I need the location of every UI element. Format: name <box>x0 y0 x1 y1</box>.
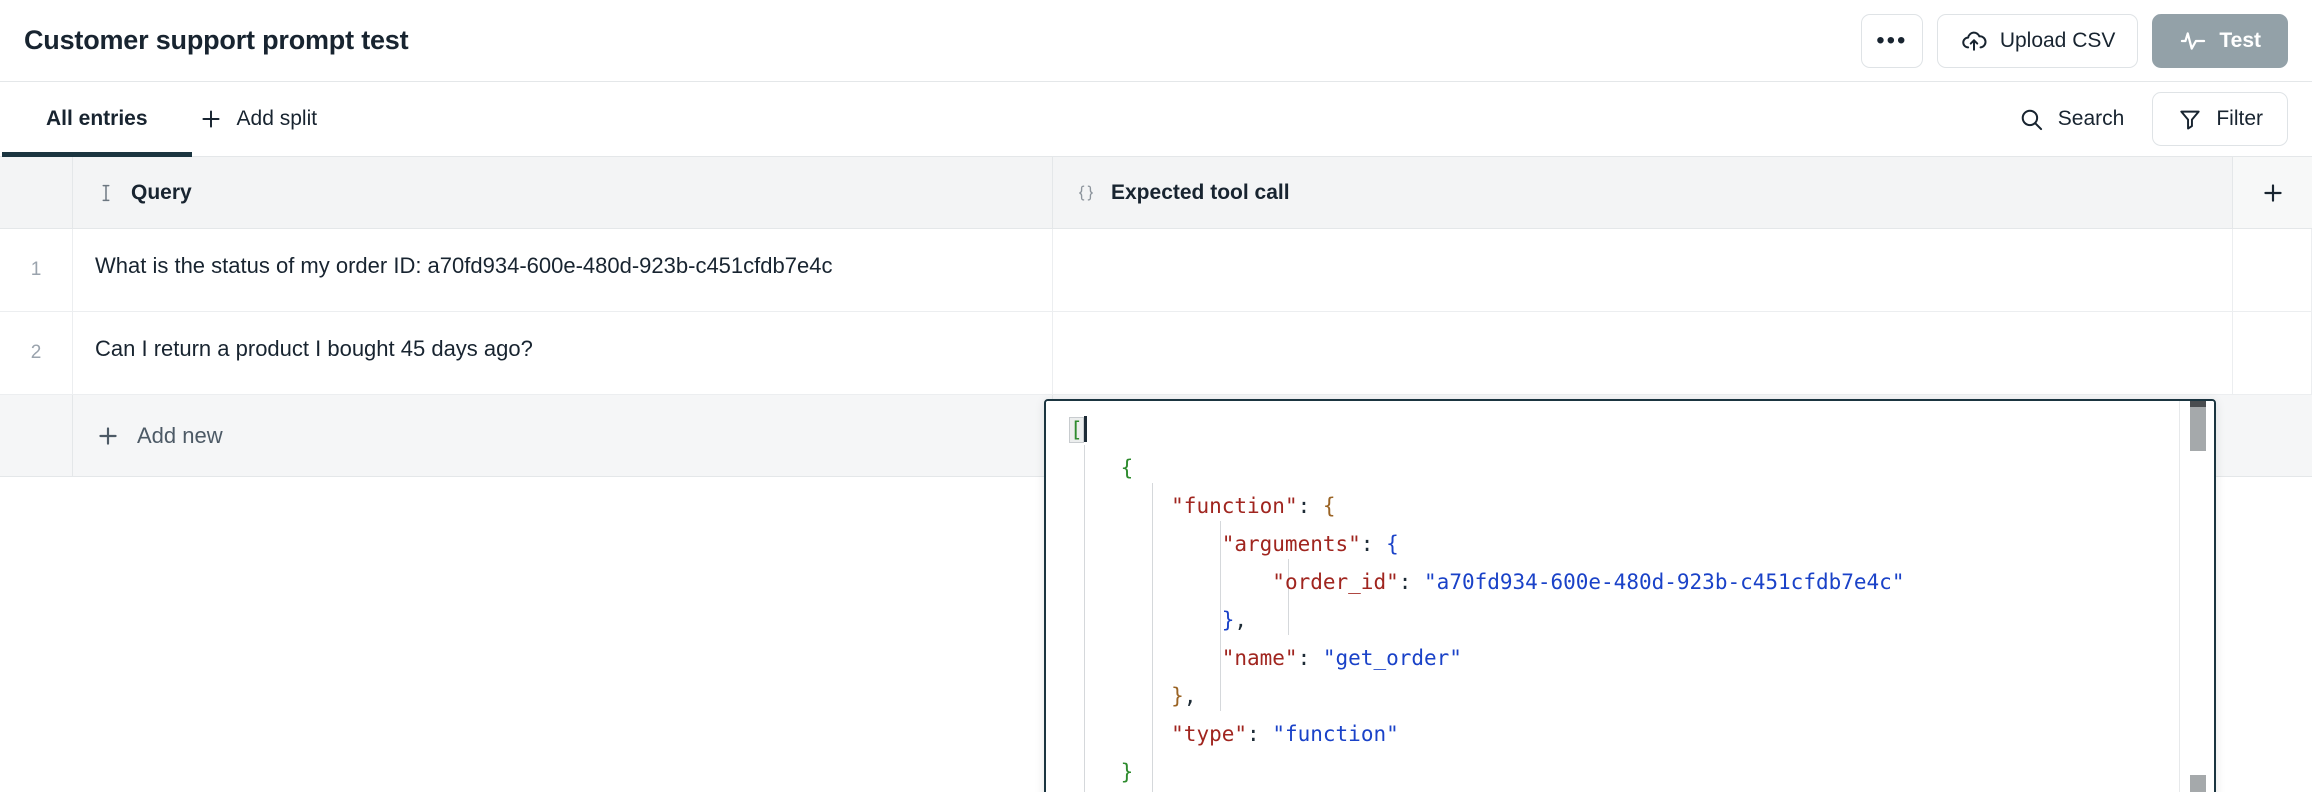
cell-expected-tool-call[interactable] <box>1053 312 2233 394</box>
code-line[interactable]: "type": "function" <box>1046 715 2214 753</box>
editor-scroll-track[interactable] <box>2179 401 2180 792</box>
table-row[interactable]: 2 Can I return a product I bought 45 day… <box>0 312 2312 395</box>
code-area[interactable]: [ { "function": { "arguments": { "order_… <box>1046 401 2214 792</box>
cell-query[interactable]: What is the status of my order ID: a70fd… <box>73 229 1053 311</box>
text-cursor-icon <box>95 182 117 204</box>
test-button[interactable]: Test <box>2152 13 2288 68</box>
code-line[interactable]: "order_id": "a70fd934-600e-480d-923b-c45… <box>1046 563 2214 601</box>
code-token: "order_id" <box>1272 570 1399 594</box>
code-token: { <box>1386 532 1399 556</box>
entries-table: Query Expected tool call 1 What is the s… <box>0 157 2312 792</box>
code-token: } <box>1171 684 1184 708</box>
code-token: { <box>1322 494 1336 518</box>
code-token: : <box>1247 722 1273 746</box>
upload-csv-button[interactable]: Upload CSV <box>1936 13 2139 68</box>
cell-empty <box>2233 229 2312 311</box>
code-token: : <box>1398 570 1425 594</box>
row-number-header <box>0 157 73 228</box>
code-token: : <box>1297 494 1323 518</box>
code-line[interactable]: }, <box>1046 601 2214 639</box>
code-token: "arguments" <box>1221 532 1361 556</box>
top-bar: Customer support prompt test ••• Upload … <box>0 0 2312 82</box>
code-token: , <box>1234 608 1248 632</box>
row-number: 1 <box>0 229 73 311</box>
code-token: "a70fd934-600e-480d-923b-c451cfdb7e4c" <box>1424 570 1905 594</box>
braces-icon <box>1075 182 1097 204</box>
page-title: Customer support prompt test <box>24 25 409 55</box>
code-token: } <box>1120 760 1134 784</box>
cell-query[interactable]: Can I return a product I bought 45 days … <box>73 312 1053 394</box>
row-number-placeholder <box>0 395 73 476</box>
bracket-highlight: [ <box>1069 417 1084 443</box>
more-options-button[interactable]: ••• <box>1860 13 1923 68</box>
editor-minimap[interactable] <box>2190 401 2206 792</box>
tab-bar-right-actions: Search Filter <box>2008 82 2288 156</box>
code-token: : <box>1360 532 1387 556</box>
code-token: , <box>1183 684 1197 708</box>
funnel-icon <box>2177 106 2203 132</box>
table-header-row: Query Expected tool call <box>0 157 2312 229</box>
top-bar-actions: ••• Upload CSV Test <box>1860 13 2288 68</box>
filter-label: Filter <box>2216 107 2263 130</box>
cloud-upload-icon <box>1960 27 1988 55</box>
tabs: All entries Add split <box>2 82 340 157</box>
add-column-button[interactable] <box>2233 157 2312 228</box>
column-header-expected-tool-call-label: Expected tool call <box>1111 180 1290 204</box>
upload-csv-label: Upload CSV <box>1999 28 2116 52</box>
minimap-marker <box>2190 407 2206 451</box>
code-line[interactable]: [ <box>1046 411 2214 449</box>
code-token: : <box>1297 646 1323 670</box>
code-lines[interactable]: [ { "function": { "arguments": { "order_… <box>1046 411 2214 792</box>
table-row[interactable]: 1 What is the status of my order ID: a70… <box>0 229 2312 312</box>
cell-empty <box>2233 312 2312 394</box>
cell-expected-tool-call[interactable] <box>1053 229 2233 311</box>
search-button[interactable]: Search <box>2008 106 2135 133</box>
plus-icon <box>198 106 224 132</box>
row-number: 2 <box>0 312 73 394</box>
activity-pulse-icon <box>2179 27 2207 55</box>
code-token: "name" <box>1221 646 1298 670</box>
plus-icon <box>2260 180 2286 206</box>
code-line[interactable]: }, <box>1046 677 2214 715</box>
tab-add-split-label: Add split <box>236 107 318 130</box>
search-icon <box>2018 106 2045 133</box>
plus-icon <box>95 423 121 449</box>
code-token: } <box>1221 608 1235 632</box>
filter-button[interactable]: Filter <box>2152 92 2288 146</box>
code-token: "function" <box>1171 494 1298 518</box>
add-new-button[interactable]: Add new <box>73 395 1053 476</box>
code-token: "type" <box>1171 722 1248 746</box>
code-line[interactable]: "name": "get_order" <box>1046 639 2214 677</box>
add-new-label: Add new <box>137 422 223 448</box>
tab-all-entries-label: All entries <box>46 107 148 130</box>
search-label: Search <box>2057 107 2125 130</box>
minimap-marker <box>2190 775 2206 792</box>
code-line[interactable]: "arguments": { <box>1046 525 2214 563</box>
code-line[interactable]: "function": { <box>1046 487 2214 525</box>
code-token: "get_order" <box>1322 646 1462 670</box>
column-header-query-label: Query <box>131 180 192 204</box>
tab-bar: All entries Add split Search Filter <box>0 82 2312 157</box>
ellipsis-icon: ••• <box>1876 26 1908 54</box>
expected-tool-call-editor[interactable]: [ { "function": { "arguments": { "order_… <box>1044 399 2216 792</box>
code-token: { <box>1120 456 1134 480</box>
code-token: "function" <box>1272 722 1399 746</box>
tab-add-split[interactable]: Add split <box>176 82 340 156</box>
code-line[interactable]: { <box>1046 449 2214 487</box>
tab-all-entries[interactable]: All entries <box>2 82 192 157</box>
code-line[interactable]: } <box>1046 753 2214 791</box>
column-header-query[interactable]: Query <box>73 157 1053 228</box>
text-caret <box>1083 416 1087 442</box>
test-label: Test <box>2219 28 2261 52</box>
column-header-expected-tool-call[interactable]: Expected tool call <box>1053 157 2233 228</box>
